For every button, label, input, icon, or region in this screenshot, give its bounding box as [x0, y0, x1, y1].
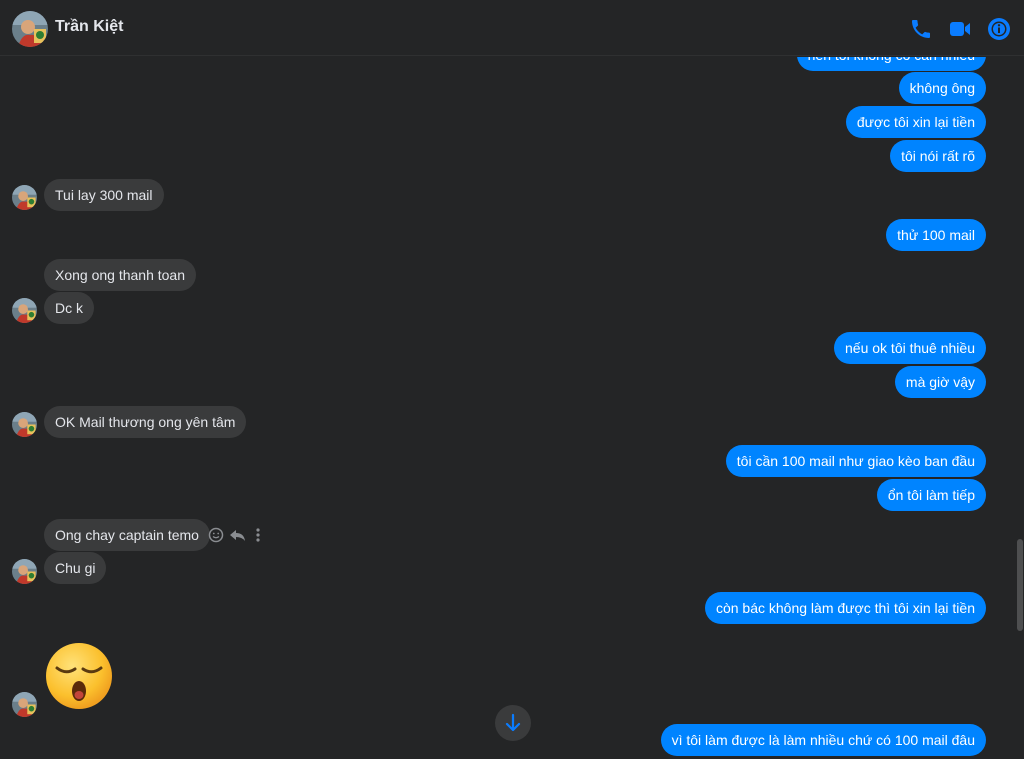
incoming-message[interactable]: Chu gi — [44, 552, 107, 584]
contact-avatar[interactable] — [12, 11, 48, 47]
incoming-message[interactable]: Xong ong thanh toan — [44, 259, 197, 291]
outgoing-message[interactable]: mà giờ vậy — [894, 366, 986, 398]
contact-name[interactable]: Trần Kiệt — [55, 18, 123, 36]
contact-avatar-small[interactable] — [12, 298, 37, 323]
scrollbar[interactable] — [1016, 57, 1024, 759]
incoming-message[interactable]: Dc k — [44, 292, 94, 324]
incoming-message[interactable]: Tui lay 300 mail — [44, 179, 164, 211]
outgoing-message[interactable]: nên tôi không có cần nhiều — [796, 57, 986, 71]
outgoing-message[interactable]: nếu ok tôi thuê nhiều — [834, 332, 986, 364]
outgoing-message[interactable]: thử 100 mail — [886, 219, 986, 251]
incoming-message[interactable]: OK Mail thương ong yên tâm — [44, 406, 247, 438]
outgoing-message[interactable]: ổn tôi làm tiếp — [876, 479, 986, 511]
conversation-header: Trần Kiệt — [0, 0, 1024, 56]
reply-icon[interactable] — [229, 527, 247, 548]
sleepy-face-emoji[interactable] — [44, 641, 114, 711]
contact-avatar-small[interactable] — [12, 692, 37, 717]
video-call-icon[interactable] — [948, 17, 972, 41]
more-icon[interactable] — [255, 527, 261, 548]
incoming-message[interactable]: Ong chay captain temo — [44, 519, 210, 551]
outgoing-message[interactable]: tôi nói rất rõ — [890, 140, 986, 172]
contact-avatar-small[interactable] — [12, 185, 37, 210]
scroll-to-bottom-button[interactable] — [495, 705, 531, 741]
phone-icon[interactable] — [909, 17, 933, 41]
outgoing-message[interactable]: tôi cần 100 mail như giao kèo ban đầu — [725, 445, 986, 477]
arrow-down-icon — [505, 713, 521, 732]
message-list[interactable]: nên tôi không có cần nhiều không ông đượ… — [0, 57, 1016, 759]
outgoing-message[interactable]: vì tôi làm được là làm nhiều chứ có 100 … — [660, 724, 986, 756]
outgoing-message[interactable]: không ông — [898, 72, 986, 104]
outgoing-message[interactable]: còn bác không làm được thì tôi xin lại t… — [704, 592, 986, 624]
scrollbar-thumb[interactable] — [1017, 539, 1023, 631]
contact-avatar-small[interactable] — [12, 559, 37, 584]
contact-avatar-small[interactable] — [12, 412, 37, 437]
outgoing-message[interactable]: được tôi xin lại tiền — [845, 106, 986, 138]
info-icon[interactable] — [987, 17, 1011, 41]
react-icon[interactable] — [208, 527, 224, 548]
